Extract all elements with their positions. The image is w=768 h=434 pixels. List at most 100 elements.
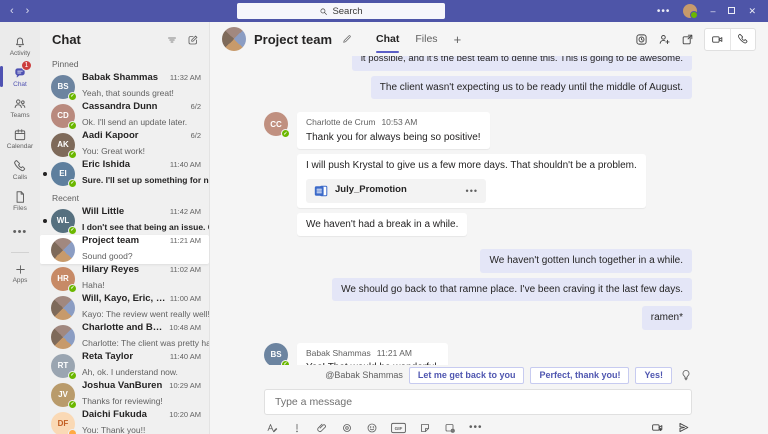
chat-panel-title: Chat xyxy=(52,32,166,47)
popout-chat-button[interactable] xyxy=(681,33,694,46)
back-button[interactable]: ‹ xyxy=(10,6,14,17)
apps-button[interactable] xyxy=(444,422,456,434)
chat-item-project-team[interactable]: Project team11:21 AMSound good? xyxy=(40,235,209,264)
chat-item-charlotte-and-babak[interactable]: Charlotte and Babak10:48 AMCharlotte: Th… xyxy=(40,322,209,351)
delivery-options-button[interactable] xyxy=(291,422,303,434)
teams-window: ‹ › Search ••• – ✕ Activity Chat 1 xyxy=(0,0,768,434)
maximize-button[interactable] xyxy=(728,7,735,16)
new-chat-button[interactable] xyxy=(187,34,199,46)
suggested-reply-button[interactable]: Perfect, thank you! xyxy=(530,367,629,384)
status-available-icon: ✓ xyxy=(281,360,290,365)
add-tab-button[interactable]: + xyxy=(454,32,462,47)
search-input[interactable]: Search xyxy=(237,3,445,19)
group-avatar xyxy=(51,325,75,349)
calendar-icon xyxy=(13,128,27,142)
sent-message: We haven't gotten lunch together in a wh… xyxy=(480,249,692,273)
rail-item-calls[interactable]: Calls xyxy=(0,155,40,184)
suggestions-toggle-button[interactable] xyxy=(680,369,692,381)
attachment-more-button[interactable]: ••• xyxy=(466,185,478,197)
add-people-button[interactable] xyxy=(658,33,671,46)
document-icon xyxy=(314,184,328,198)
filter-button[interactable] xyxy=(166,34,178,46)
chat-item-reta-taylor[interactable]: RT✓ Reta Taylor11:40 AMAh, ok. I underst… xyxy=(40,351,209,380)
status-available-icon: ✓ xyxy=(68,92,77,101)
emoji-button[interactable] xyxy=(366,422,378,434)
chat-item-babak-shammas[interactable]: BS✓ Babak Shammas11:32 AMYeah, that soun… xyxy=(40,72,209,101)
forward-button[interactable]: › xyxy=(26,6,30,17)
format-icon xyxy=(266,422,278,434)
chat-item-will-kayo-eric[interactable]: Will, Kayo, Eric, +511:00 AMKayo: The re… xyxy=(40,293,209,322)
sent-message: ramen* xyxy=(642,306,692,330)
status-available-icon: ✓ xyxy=(281,129,290,138)
send-button[interactable] xyxy=(677,421,690,434)
avatar: WL✓ xyxy=(51,209,75,233)
sent-message: We should go back to that ramne place. I… xyxy=(332,278,692,302)
received-message: We haven't had a break in a while. xyxy=(297,213,467,237)
compose-area: GIF ••• xyxy=(210,387,768,434)
avatar: BS✓ xyxy=(51,75,75,99)
svg-text:GIF: GIF xyxy=(395,426,403,431)
attachment-card[interactable]: July_Promotion ••• xyxy=(306,179,486,203)
attach-file-button[interactable] xyxy=(316,422,328,434)
avatar: DF xyxy=(51,412,75,434)
edit-name-button[interactable] xyxy=(342,34,352,44)
message-author: Charlotte de Crum xyxy=(306,117,375,128)
avatar: BS✓ xyxy=(264,343,288,365)
received-message: I will push Krystal to give us a few mor… xyxy=(297,154,646,208)
compose-more-button[interactable]: ••• xyxy=(469,422,483,433)
bell-icon xyxy=(13,35,27,49)
avatar: RT✓ xyxy=(51,354,75,378)
rail-item-calendar[interactable]: Calendar xyxy=(0,124,40,153)
message-input[interactable] xyxy=(275,396,681,408)
pinned-section-label: Pinned xyxy=(40,54,209,72)
gif-button[interactable]: GIF xyxy=(391,422,406,434)
loop-component-button[interactable] xyxy=(341,422,353,434)
rail-item-apps[interactable]: Apps xyxy=(0,259,40,288)
rail-item-teams[interactable]: Teams xyxy=(0,93,40,122)
close-button[interactable]: ✕ xyxy=(748,7,756,16)
suggested-replies: @Babak Shammas Let me get back to you Pe… xyxy=(210,365,768,387)
phone-icon xyxy=(737,33,749,45)
conversation-pane: Project team Chat Files + xyxy=(210,22,768,434)
rail-item-chat[interactable]: Chat 1 xyxy=(0,62,40,91)
message-list[interactable]: it possible, and it's the best team to d… xyxy=(210,56,768,365)
user-avatar[interactable] xyxy=(683,4,697,18)
tab-chat[interactable]: Chat xyxy=(376,22,399,56)
chat-item-eric-ishida[interactable]: EI✓ Eric Ishida11:40 AMSure. I'll set up… xyxy=(40,159,209,188)
minimize-button[interactable]: – xyxy=(710,7,715,16)
sticker-button[interactable] xyxy=(419,422,431,434)
format-button[interactable] xyxy=(266,422,278,434)
video-clip-button[interactable] xyxy=(651,421,664,434)
audio-call-button[interactable] xyxy=(730,29,755,50)
scheduled-button[interactable] xyxy=(635,33,648,46)
received-message: Babak Shammas11:21 AM Yes! That would be… xyxy=(297,343,448,365)
search-placeholder: Search xyxy=(332,6,362,17)
reply-target-label: @Babak Shammas xyxy=(325,370,403,380)
rail-item-files[interactable]: Files xyxy=(0,186,40,215)
add-people-icon xyxy=(658,33,671,46)
chat-item-daichi-fukuda[interactable]: DF Daichi Fukuda10:20 AMYou: Thank you!! xyxy=(40,409,209,434)
group-avatar xyxy=(51,238,75,262)
status-available-icon: ✓ xyxy=(68,179,77,188)
gif-icon: GIF xyxy=(391,422,406,434)
chat-item-will-little[interactable]: WL✓ Will Little11:42 AMI don't see that … xyxy=(40,206,209,235)
received-message: Charlotte de Crum10:53 AM Thank you for … xyxy=(297,112,490,149)
chat-item-joshua-vanburen[interactable]: JV✓ Joshua VanBuren10:29 AMThanks for re… xyxy=(40,380,209,409)
phone-icon xyxy=(13,159,27,173)
clock-icon xyxy=(635,33,648,46)
sent-message: it possible, and it's the best team to d… xyxy=(352,56,692,71)
chat-item-cassandra-dunn[interactable]: CD✓ Cassandra Dunn6/2Ok. I'll send an up… xyxy=(40,101,209,130)
rail-more-button[interactable]: ••• xyxy=(0,217,40,246)
suggested-reply-button[interactable]: Yes! xyxy=(635,367,672,384)
titlebar-more-button[interactable]: ••• xyxy=(657,6,671,17)
importance-icon xyxy=(291,422,303,434)
sent-message: The client wasn't expecting us to be rea… xyxy=(371,76,692,100)
video-call-button[interactable] xyxy=(705,29,730,50)
suggested-reply-button[interactable]: Let me get back to you xyxy=(409,367,525,384)
message-input-box[interactable] xyxy=(264,389,692,415)
chat-item-hilary-reyes[interactable]: HR✓ Hilary Reyes11:02 AMHaha! xyxy=(40,264,209,293)
chat-item-aadi-kapoor[interactable]: AK✓ Aadi Kapoor6/2You: Great work! xyxy=(40,130,209,159)
titlebar: ‹ › Search ••• – ✕ xyxy=(0,0,768,22)
rail-item-activity[interactable]: Activity xyxy=(0,31,40,60)
tab-files[interactable]: Files xyxy=(415,22,437,56)
